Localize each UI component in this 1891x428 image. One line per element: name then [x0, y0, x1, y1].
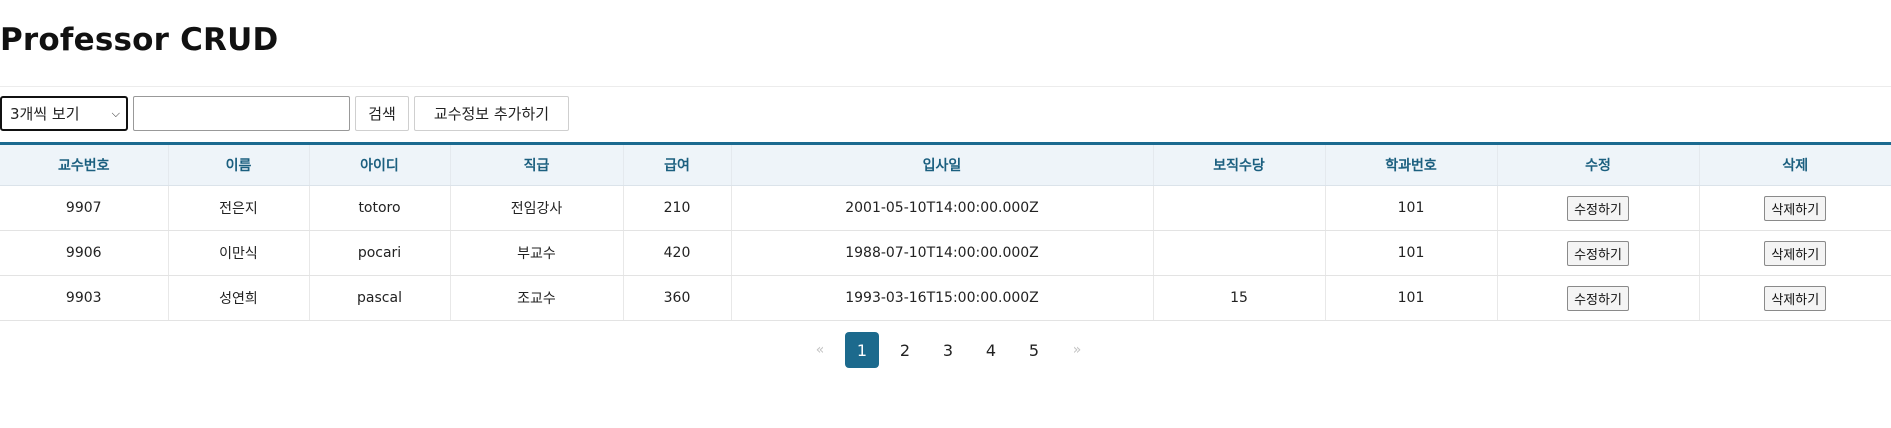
pagination-prev[interactable]: « — [803, 332, 837, 368]
column-header-id: 교수번호 — [0, 142, 168, 186]
table-header-row: 교수번호 이름 아이디 직급 급여 입사일 보직수당 학과번호 수정 삭제 — [0, 142, 1891, 186]
pagination-page-3[interactable]: 3 — [931, 332, 965, 368]
search-button[interactable]: 검색 — [355, 96, 409, 131]
pagination-page-1[interactable]: 1 — [845, 332, 879, 368]
cell-position: 전임강사 — [449, 185, 623, 231]
table-row: 9903 성연희 pascal 조교수 360 1993-03-16T15:00… — [0, 275, 1891, 321]
cell-userid: pocari — [308, 230, 450, 276]
column-header-edit: 수정 — [1496, 142, 1699, 186]
cell-delete: 삭제하기 — [1698, 185, 1891, 231]
cell-salary: 360 — [622, 275, 731, 321]
cell-id: 9907 — [0, 185, 168, 231]
cell-delete: 삭제하기 — [1698, 230, 1891, 276]
cell-deptno: 101 — [1324, 275, 1497, 321]
edit-button[interactable]: 수정하기 — [1567, 195, 1629, 221]
cell-id: 9903 — [0, 275, 168, 321]
cell-delete: 삭제하기 — [1698, 275, 1891, 321]
cell-edit: 수정하기 — [1496, 185, 1699, 231]
table-row: 9907 전은지 totoro 전임강사 210 2001-05-10T14:0… — [0, 185, 1891, 231]
column-header-salary: 급여 — [622, 142, 731, 186]
edit-button[interactable]: 수정하기 — [1567, 240, 1629, 266]
cell-hiredate: 1988-07-10T14:00:00.000Z — [730, 230, 1153, 276]
pagination-page-5[interactable]: 5 — [1017, 332, 1051, 368]
cell-position: 조교수 — [449, 275, 623, 321]
cell-comm — [1152, 230, 1325, 276]
cell-deptno: 101 — [1324, 230, 1497, 276]
column-header-position: 직급 — [449, 142, 623, 186]
cell-userid: pascal — [308, 275, 450, 321]
chevron-down-icon: ⌵ — [111, 106, 120, 120]
cell-name: 성연희 — [167, 275, 309, 321]
cell-id: 9906 — [0, 230, 168, 276]
delete-button[interactable]: 삭제하기 — [1764, 285, 1827, 311]
column-header-delete: 삭제 — [1698, 142, 1891, 186]
delete-button[interactable]: 삭제하기 — [1764, 195, 1827, 221]
cell-hiredate: 1993-03-16T15:00:00.000Z — [730, 275, 1153, 321]
column-header-userid: 아이디 — [308, 142, 450, 186]
cell-edit: 수정하기 — [1496, 275, 1699, 321]
cell-salary: 210 — [622, 185, 731, 231]
cell-hiredate: 2001-05-10T14:00:00.000Z — [730, 185, 1153, 231]
cell-salary: 420 — [622, 230, 731, 276]
column-header-comm: 보직수당 — [1152, 142, 1325, 186]
page-title: Professor CRUD — [0, 22, 279, 58]
pagination-next[interactable]: » — [1060, 332, 1094, 368]
page-size-value: 3개씩 보기 — [10, 105, 80, 123]
cell-edit: 수정하기 — [1496, 230, 1699, 276]
column-header-deptno: 학과번호 — [1324, 142, 1497, 186]
cell-comm — [1152, 185, 1325, 231]
title-divider — [0, 86, 1891, 87]
table-row: 9906 이만식 pocari 부교수 420 1988-07-10T14:00… — [0, 230, 1891, 276]
edit-button[interactable]: 수정하기 — [1567, 285, 1629, 311]
cell-name: 이만식 — [167, 230, 309, 276]
page-size-select[interactable]: 3개씩 보기 ⌵ — [0, 96, 128, 131]
pagination-page-2[interactable]: 2 — [888, 332, 922, 368]
add-professor-button[interactable]: 교수정보 추가하기 — [414, 96, 569, 131]
cell-comm: 15 — [1152, 275, 1325, 321]
column-header-name: 이름 — [167, 142, 309, 186]
professor-table: 교수번호 이름 아이디 직급 급여 입사일 보직수당 학과번호 수정 삭제 99… — [0, 142, 1891, 321]
pagination-page-4[interactable]: 4 — [974, 332, 1008, 368]
delete-button[interactable]: 삭제하기 — [1764, 240, 1827, 266]
column-header-hiredate: 입사일 — [730, 142, 1153, 186]
cell-deptno: 101 — [1324, 185, 1497, 231]
cell-userid: totoro — [308, 185, 450, 231]
search-input[interactable] — [133, 96, 350, 131]
cell-position: 부교수 — [449, 230, 623, 276]
cell-name: 전은지 — [167, 185, 309, 231]
